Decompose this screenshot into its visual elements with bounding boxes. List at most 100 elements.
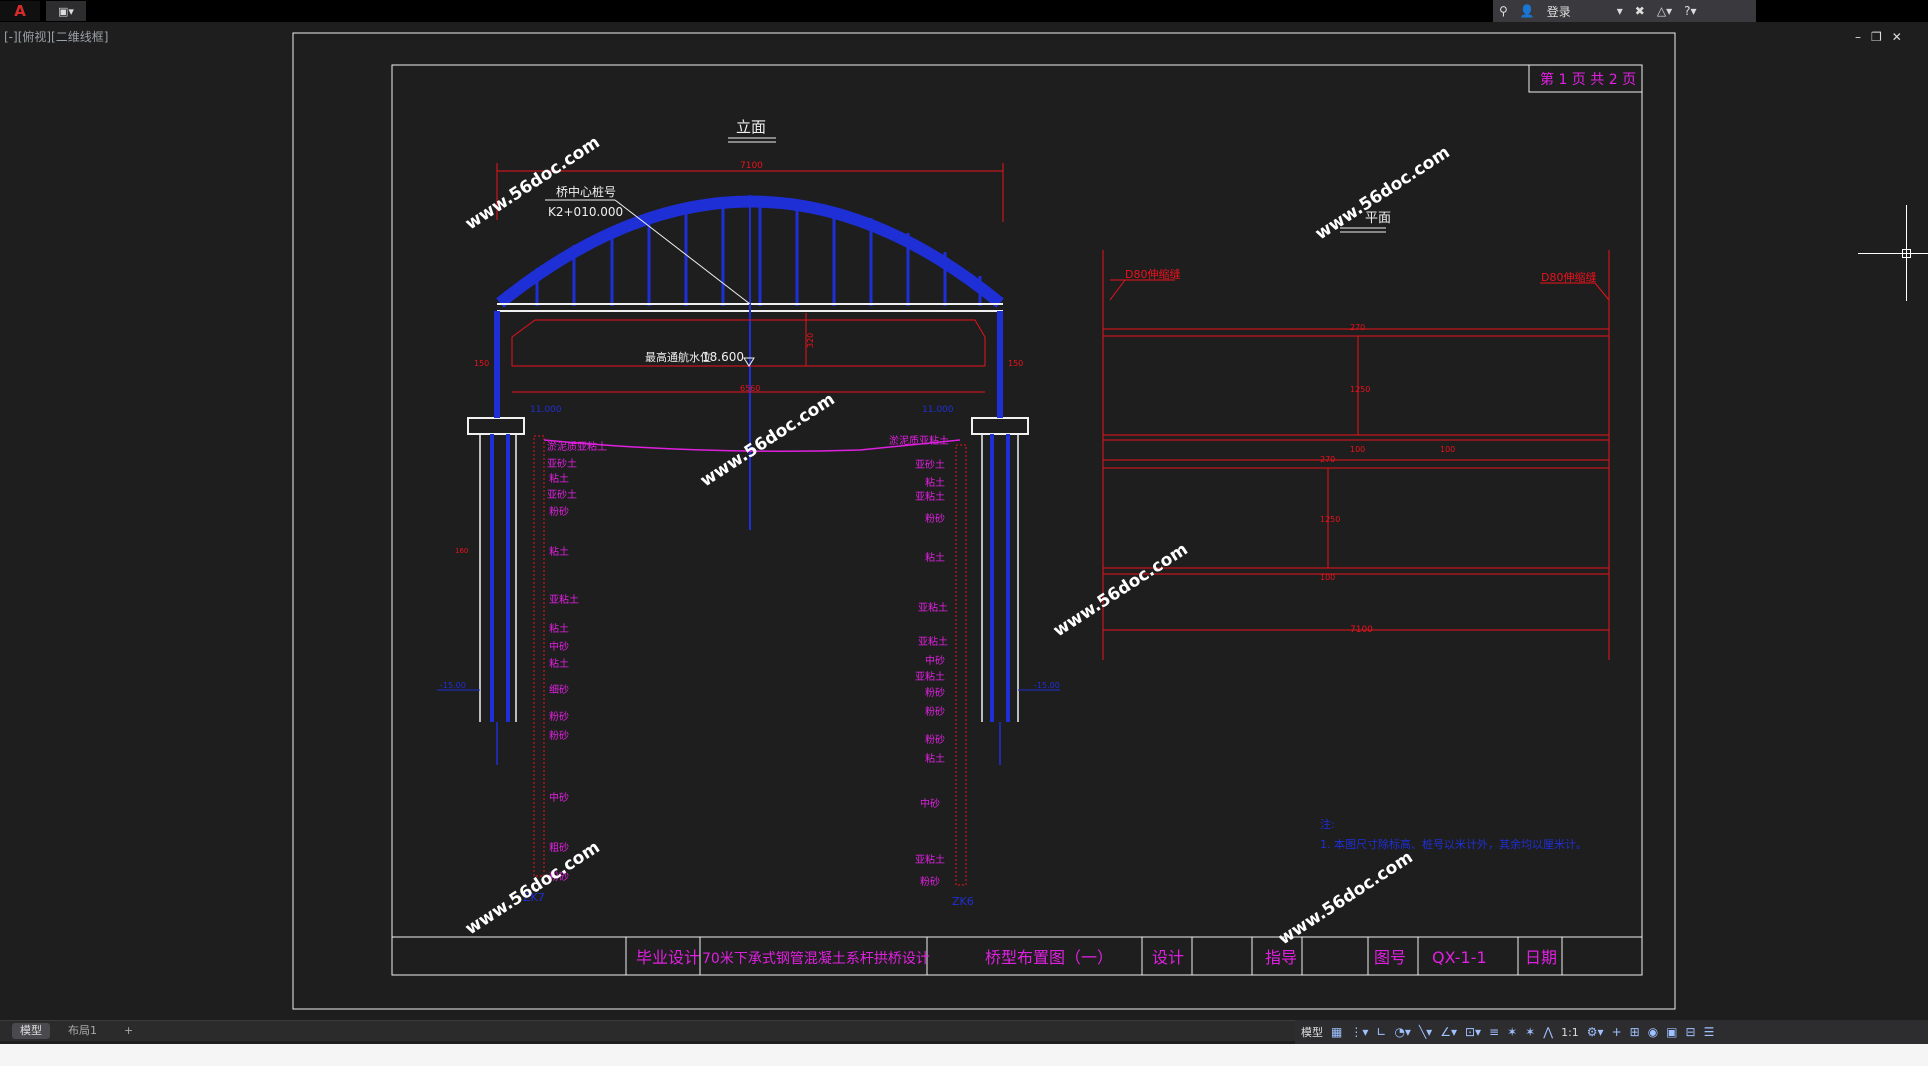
- cad-drawing: 第 1 页 共 2 页 立面 7100 桥中心桩号 K2+010.000 320: [292, 32, 1676, 1010]
- tab-layout1[interactable]: 布局1: [60, 1023, 105, 1039]
- svg-text:www.56doc.com: www.56doc.com: [462, 837, 604, 939]
- supervisor-label: 指导: [1265, 948, 1297, 967]
- span-dim-text: 7100: [740, 161, 763, 171]
- navigation-clearance: [511, 319, 986, 366]
- svg-text:中砂: 中砂: [549, 791, 569, 804]
- svg-text:淤泥质亚粘土: 淤泥质亚粘土: [547, 440, 607, 453]
- drawing-no: QX-1-1: [1432, 948, 1487, 967]
- svg-text:亚粘土: 亚粘土: [918, 635, 948, 648]
- polar-icon[interactable]: ◔▾: [1394, 1025, 1411, 1039]
- svg-text:www.56doc.com: www.56doc.com: [697, 389, 839, 491]
- workspace-icon[interactable]: ⊞: [1630, 1025, 1640, 1039]
- crosshair-horizontal: [1858, 253, 1928, 254]
- svg-text:亚粘土: 亚粘土: [918, 601, 948, 614]
- add-layout-button[interactable]: +: [116, 1023, 141, 1039]
- svg-text:中砂: 中砂: [549, 640, 569, 653]
- gear-icon[interactable]: ⚙▾: [1587, 1025, 1604, 1039]
- model-space-button[interactable]: 模型: [1301, 1024, 1323, 1040]
- svg-text:粉砂: 粉砂: [549, 505, 569, 518]
- svg-text:粉砂: 粉砂: [925, 512, 945, 525]
- clear-span-text: 6560: [740, 384, 760, 393]
- svg-text:粘土: 粘土: [925, 551, 945, 564]
- svg-text:亚粘土: 亚粘土: [915, 670, 945, 683]
- bottom-strip: [0, 1044, 1928, 1066]
- left-strata: 淤泥质亚粘土 亚砂土 粘土 亚砂土 粉砂 粘土 亚粘土 粘土 中砂 粘土 细砂 …: [547, 440, 607, 883]
- ucs-icon[interactable]: ⊡▾: [1465, 1025, 1481, 1039]
- plan-span: 7100: [1350, 625, 1373, 635]
- paper-outer-frame: [292, 32, 1676, 1010]
- left-borehole: [533, 435, 545, 877]
- snap-icon[interactable]: ⋮▾: [1350, 1025, 1368, 1039]
- sheet-label: 第 1 页 共 2 页: [1540, 71, 1636, 88]
- svg-text:1250: 1250: [1320, 515, 1340, 524]
- clean-screen-icon[interactable]: ⊟: [1686, 1025, 1696, 1039]
- svg-text:粘土: 粘土: [549, 472, 569, 485]
- right-piles: [981, 434, 1019, 722]
- note-text: 1. 本图尺寸除标高、桩号以米计外，其余均以厘米计。: [1320, 837, 1587, 851]
- pile-width: 160: [455, 547, 468, 555]
- svg-text:粗砂: 粗砂: [549, 841, 569, 854]
- plan-joint-left: D80伸缩缝: [1125, 267, 1180, 281]
- right-offset: 150: [1008, 359, 1023, 368]
- svg-text:粘土: 粘土: [925, 752, 945, 765]
- otrack-icon[interactable]: ∠▾: [1440, 1025, 1457, 1039]
- svg-text:中砂: 中砂: [920, 797, 940, 810]
- tab-model[interactable]: 模型: [12, 1023, 50, 1039]
- plan-outline: [1102, 250, 1610, 660]
- svg-text:1250: 1250: [1350, 385, 1370, 394]
- lineweight-icon[interactable]: ≡: [1489, 1025, 1499, 1039]
- right-tip-elev: -15.00: [1034, 681, 1060, 690]
- water-level-value: 18.600: [702, 350, 744, 364]
- ortho-icon[interactable]: ∟: [1376, 1025, 1386, 1039]
- svg-text:亚粘土: 亚粘土: [915, 490, 945, 503]
- plus-icon[interactable]: +: [1612, 1025, 1622, 1039]
- svg-text:100: 100: [1350, 445, 1365, 454]
- right-borehole-label: ZK6: [952, 895, 974, 908]
- menu-icon[interactable]: ☰: [1704, 1025, 1715, 1039]
- project-name: 70米下承式钢管混凝土系杆拱桥设计: [702, 951, 930, 967]
- svg-text:www.56doc.com: www.56doc.com: [1050, 539, 1192, 641]
- scale-selector[interactable]: 1:1: [1561, 1026, 1579, 1039]
- svg-text:中砂: 中砂: [925, 654, 945, 667]
- right-top-elev: 11.000: [922, 405, 954, 415]
- grid-icon[interactable]: ▦: [1331, 1025, 1342, 1039]
- svg-text:粉砂: 粉砂: [925, 705, 945, 718]
- autoscale-icon[interactable]: ⋀: [1543, 1025, 1553, 1039]
- plan-dims: 270 1250 100 100 270 1250 100: [1320, 323, 1455, 582]
- svg-text:100: 100: [1440, 445, 1455, 454]
- drawing-no-label: 图号: [1374, 948, 1406, 967]
- title-block-text: 毕业设计 70米下承式钢管混凝土系杆拱桥设计 桥型布置图（一） 设计 指导 图号…: [636, 948, 1557, 967]
- status-bar: 模型 ▦ ⋮▾ ∟ ◔▾ ╲▾ ∠▾ ⊡▾ ≡ ✶ ✶ ⋀ 1:1 ⚙▾ + ⊞…: [1295, 1020, 1928, 1044]
- right-borehole: [955, 444, 967, 886]
- annotation-icon[interactable]: ✶: [1507, 1025, 1517, 1039]
- hardware-icon[interactable]: ▣: [1666, 1025, 1677, 1039]
- svg-text:www.56doc.com: www.56doc.com: [1275, 847, 1417, 949]
- svg-text:www.56doc.com: www.56doc.com: [1312, 142, 1454, 244]
- design-label: 毕业设计: [636, 948, 700, 967]
- center-pile-value: K2+010.000: [548, 205, 623, 219]
- annovisibility-icon[interactable]: ✶: [1525, 1025, 1535, 1039]
- right-pile-cap: [971, 417, 1029, 435]
- center-pile-label: 桥中心桩号: [556, 184, 616, 199]
- date-label: 日期: [1525, 948, 1557, 967]
- plan-joint-right: D80伸缩缝: [1541, 270, 1596, 284]
- svg-text:细砂: 细砂: [549, 683, 569, 696]
- center-pile-leader: [614, 199, 751, 305]
- left-pile-cap: [467, 417, 525, 435]
- left-pile-fill: [490, 434, 510, 722]
- svg-text:270: 270: [1320, 455, 1335, 464]
- svg-text:粉砂: 粉砂: [925, 733, 945, 746]
- svg-text:粘土: 粘土: [549, 545, 569, 558]
- right-pile-fill: [990, 434, 1010, 722]
- drawing-name: 桥型布置图（一）: [985, 948, 1113, 967]
- svg-text:100: 100: [1320, 573, 1335, 582]
- svg-text:粘土: 粘土: [925, 476, 945, 489]
- svg-text:粉砂: 粉砂: [920, 875, 940, 888]
- svg-text:亚砂土: 亚砂土: [547, 488, 577, 501]
- rise-dim-text: 320: [806, 333, 815, 348]
- svg-text:亚粘土: 亚粘土: [915, 853, 945, 866]
- left-piles: [479, 434, 517, 722]
- crosshair-pickbox: [1902, 249, 1911, 258]
- isolate-icon[interactable]: ◉: [1648, 1025, 1658, 1039]
- osnap-icon[interactable]: ╲▾: [1419, 1025, 1432, 1039]
